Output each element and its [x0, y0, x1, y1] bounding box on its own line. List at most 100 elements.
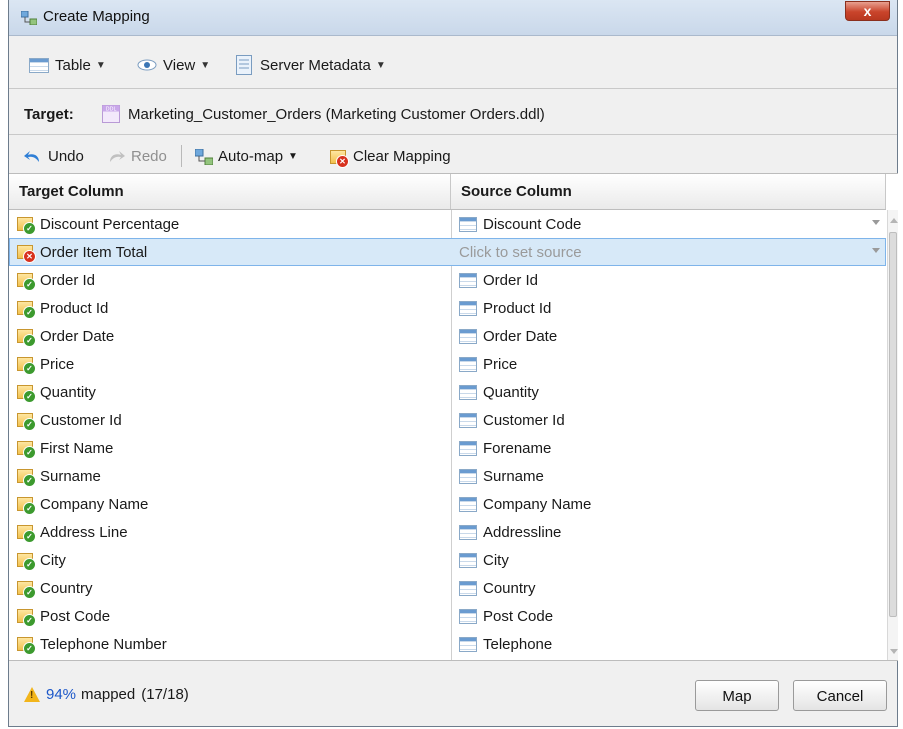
target-cell[interactable]: ✓ Order Date	[16, 322, 451, 350]
target-cell[interactable]: ✓ Company Name	[16, 490, 451, 518]
column-mapped-icon: ✓	[17, 329, 36, 347]
redo-label: Redo	[131, 148, 167, 165]
server-metadata-menu[interactable]: Server Metadata ▼	[236, 55, 386, 75]
map-button[interactable]: Map	[695, 680, 779, 711]
table-row[interactable]: ✓ Order Id Order Id	[9, 266, 886, 294]
vertical-scrollbar[interactable]	[887, 210, 898, 660]
table-row[interactable]: ✓ Surname Surname	[9, 462, 886, 490]
target-cell[interactable]: ✓ Telephone Number	[16, 630, 451, 658]
source-cell[interactable]: Post Code	[459, 602, 886, 630]
eye-icon	[137, 59, 157, 71]
create-mapping-dialog: Create Mapping x Table ▼ View ▼ Server M…	[8, 0, 898, 727]
source-cell[interactable]: Surname	[459, 462, 886, 490]
target-cell[interactable]: ✓ Discount Percentage	[16, 210, 451, 238]
table-row[interactable]: ✓ Post Code Post Code	[9, 602, 886, 630]
source-cell[interactable]: Order Date	[459, 322, 886, 350]
table-row[interactable]: ✓ Address Line Addressline	[9, 518, 886, 546]
source-cell[interactable]: Product Id	[459, 294, 886, 322]
column-mapped-icon: ✓	[17, 469, 36, 487]
source-cell[interactable]: Email	[459, 658, 886, 660]
table-column-icon	[459, 412, 477, 428]
source-cell[interactable]: Country	[459, 574, 886, 602]
target-cell[interactable]: ✓Email	[16, 658, 451, 660]
source-cell[interactable]: Quantity	[459, 378, 886, 406]
table-row[interactable]: ✓ Product Id Product Id	[9, 294, 886, 322]
table-row[interactable]: ✓ Discount Percentage Discount Code	[9, 210, 886, 238]
column-mapped-icon: ✓	[17, 385, 36, 403]
table-column-icon	[459, 552, 477, 568]
scroll-down-icon[interactable]	[890, 649, 898, 654]
scrollbar-thumb[interactable]	[889, 232, 897, 617]
table-icon	[29, 57, 49, 73]
target-cell[interactable]: ✓ Surname	[16, 462, 451, 490]
source-cell[interactable]: City	[459, 546, 886, 574]
undo-button[interactable]: Undo	[24, 148, 84, 165]
table-row[interactable]: ✓ Quantity Quantity	[9, 378, 886, 406]
source-cell[interactable]: Customer Id	[459, 406, 886, 434]
redo-button[interactable]: Redo	[107, 148, 167, 165]
divider	[9, 88, 897, 89]
scroll-up-icon[interactable]	[890, 218, 898, 223]
source-cell[interactable]: Telephone	[459, 630, 886, 658]
target-cell[interactable]: ✓ Post Code	[16, 602, 451, 630]
table-row[interactable]: ✓ Company Name Company Name	[9, 490, 886, 518]
mapped-text: mapped	[81, 686, 136, 703]
table-row[interactable]: ✕ Order Item Total Click to set source	[9, 238, 886, 266]
target-cell[interactable]: ✓ Product Id	[16, 294, 451, 322]
view-toolbar: Table ▼ View ▼ Server Metadata ▼	[9, 47, 897, 81]
table-row[interactable]: ✓ Customer Id Customer Id	[9, 406, 886, 434]
target-cell[interactable]: ✓ Price	[16, 350, 451, 378]
edit-toolbar: Undo Redo Auto-map ▼ ✕ Clear Mapping	[9, 140, 897, 172]
cancel-button[interactable]: Cancel	[793, 680, 887, 711]
column-mapped-icon: ✓	[17, 553, 36, 571]
target-cell[interactable]: ✓ First Name	[16, 434, 451, 462]
source-cell[interactable]: Discount Code	[459, 210, 886, 238]
table-row[interactable]: ✓ City City	[9, 546, 886, 574]
dropdown-arrow-icon[interactable]	[872, 248, 880, 253]
dropdown-arrow-icon[interactable]	[872, 220, 880, 225]
table-row[interactable]: ✓ Price Price	[9, 350, 886, 378]
column-mapped-icon: ✓	[17, 609, 36, 627]
clear-mapping-button[interactable]: ✕ Clear Mapping	[329, 148, 451, 168]
source-cell[interactable]: Click to set source	[459, 238, 886, 266]
target-cell[interactable]: ✕ Order Item Total	[16, 238, 451, 266]
source-column-header[interactable]: Source Column	[451, 174, 886, 209]
source-cell[interactable]: Order Id	[459, 266, 886, 294]
table-row[interactable]: ✓ First Name Forename	[9, 434, 886, 462]
table-menu[interactable]: Table ▼	[29, 55, 106, 75]
target-cell[interactable]: ✓ Customer Id	[16, 406, 451, 434]
source-column-name: Order Id	[483, 271, 539, 289]
table-row[interactable]: ✓ Country Country	[9, 574, 886, 602]
source-cell[interactable]: Addressline	[459, 518, 886, 546]
table-column-icon	[459, 496, 477, 512]
table-row[interactable]: ✓ Telephone Number Telephone	[9, 630, 886, 658]
view-menu[interactable]: View ▼	[137, 55, 210, 75]
source-column-name: Discount Code	[483, 215, 582, 233]
target-label: Target:	[24, 106, 74, 123]
source-cell[interactable]: Company Name	[459, 490, 886, 518]
table-row[interactable]: ✓Email Email	[9, 658, 886, 660]
divider	[9, 134, 897, 135]
target-cell[interactable]: ✓ Country	[16, 574, 451, 602]
auto-map-button[interactable]: Auto-map ▼	[195, 148, 298, 165]
source-column-name: Customer Id	[483, 411, 565, 429]
source-cell[interactable]: Price	[459, 350, 886, 378]
target-column-name: Quantity	[40, 383, 96, 401]
table-column-icon	[459, 216, 477, 232]
source-column-name: Price	[483, 355, 518, 373]
table-row[interactable]: ✓ Order Date Order Date	[9, 322, 886, 350]
target-column-name: Company Name	[40, 495, 149, 513]
column-error-icon: ✕	[17, 245, 36, 263]
target-cell[interactable]: ✓ Order Id	[16, 266, 451, 294]
source-cell[interactable]: Forename	[459, 434, 886, 462]
target-cell[interactable]: ✓ Quantity	[16, 378, 451, 406]
close-button[interactable]: x	[845, 1, 890, 21]
target-cell[interactable]: ✓ City	[16, 546, 451, 574]
target-value: Marketing_Customer_Orders (Marketing Cus…	[128, 106, 545, 123]
target-column-header[interactable]: Target Column	[9, 174, 451, 209]
source-column-name: Quantity	[483, 383, 539, 401]
mapped-percent[interactable]: 94%	[46, 686, 76, 703]
target-column-name: Product Id	[40, 299, 109, 317]
target-cell[interactable]: ✓ Address Line	[16, 518, 451, 546]
table-column-icon	[459, 524, 477, 540]
